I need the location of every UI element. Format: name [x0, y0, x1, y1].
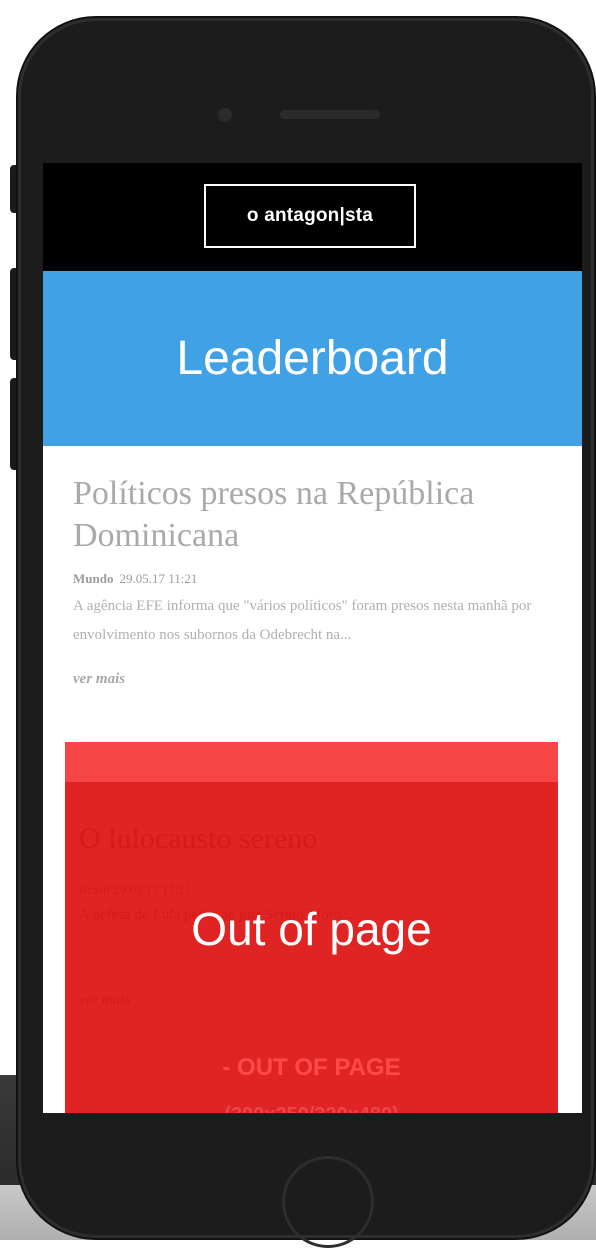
camera-icon	[218, 108, 232, 122]
article-excerpt: A agência EFE informa que "vários políti…	[73, 598, 532, 643]
speaker-icon	[280, 110, 380, 119]
leaderboard-label: Leaderboard	[176, 332, 449, 385]
site-header: o antagon|sta	[43, 163, 582, 271]
article-card: Políticos presos na República Dominicana…	[73, 473, 563, 688]
article-section: Mundo	[73, 571, 114, 586]
read-more-link[interactable]: ver mais	[73, 671, 563, 688]
hidden-article-title: O lulocausto sereno	[79, 822, 318, 855]
article-date: 29.05.17 11:21	[119, 571, 198, 586]
leaderboard-ad[interactable]: Leaderboard	[43, 271, 582, 446]
out-of-page-ad[interactable]: O lulocausto sereno Brasil 29.05.17 11:1…	[65, 782, 558, 1113]
home-button-icon[interactable]	[282, 1156, 374, 1248]
out-of-page-ad-top-edge	[65, 742, 558, 782]
phone-screen: o antagon|sta Leaderboard Políticos pres…	[43, 163, 582, 1113]
out-of-page-label: Out of page	[191, 903, 432, 955]
site-logo[interactable]: o antagon|sta	[204, 184, 416, 248]
article-meta: Mundo 29.05.17 11:21	[73, 571, 563, 587]
hidden-article-meta: Brasil 29.05.17 11:11	[79, 882, 191, 897]
article-title[interactable]: Políticos presos na República Dominicana	[73, 473, 563, 557]
out-of-page-caption: - OUT OF PAGE	[222, 1054, 401, 1081]
out-of-page-size-caption: (300x250/320x480)	[65, 1104, 558, 1113]
hidden-read-more-link: ver mais	[79, 992, 131, 1008]
